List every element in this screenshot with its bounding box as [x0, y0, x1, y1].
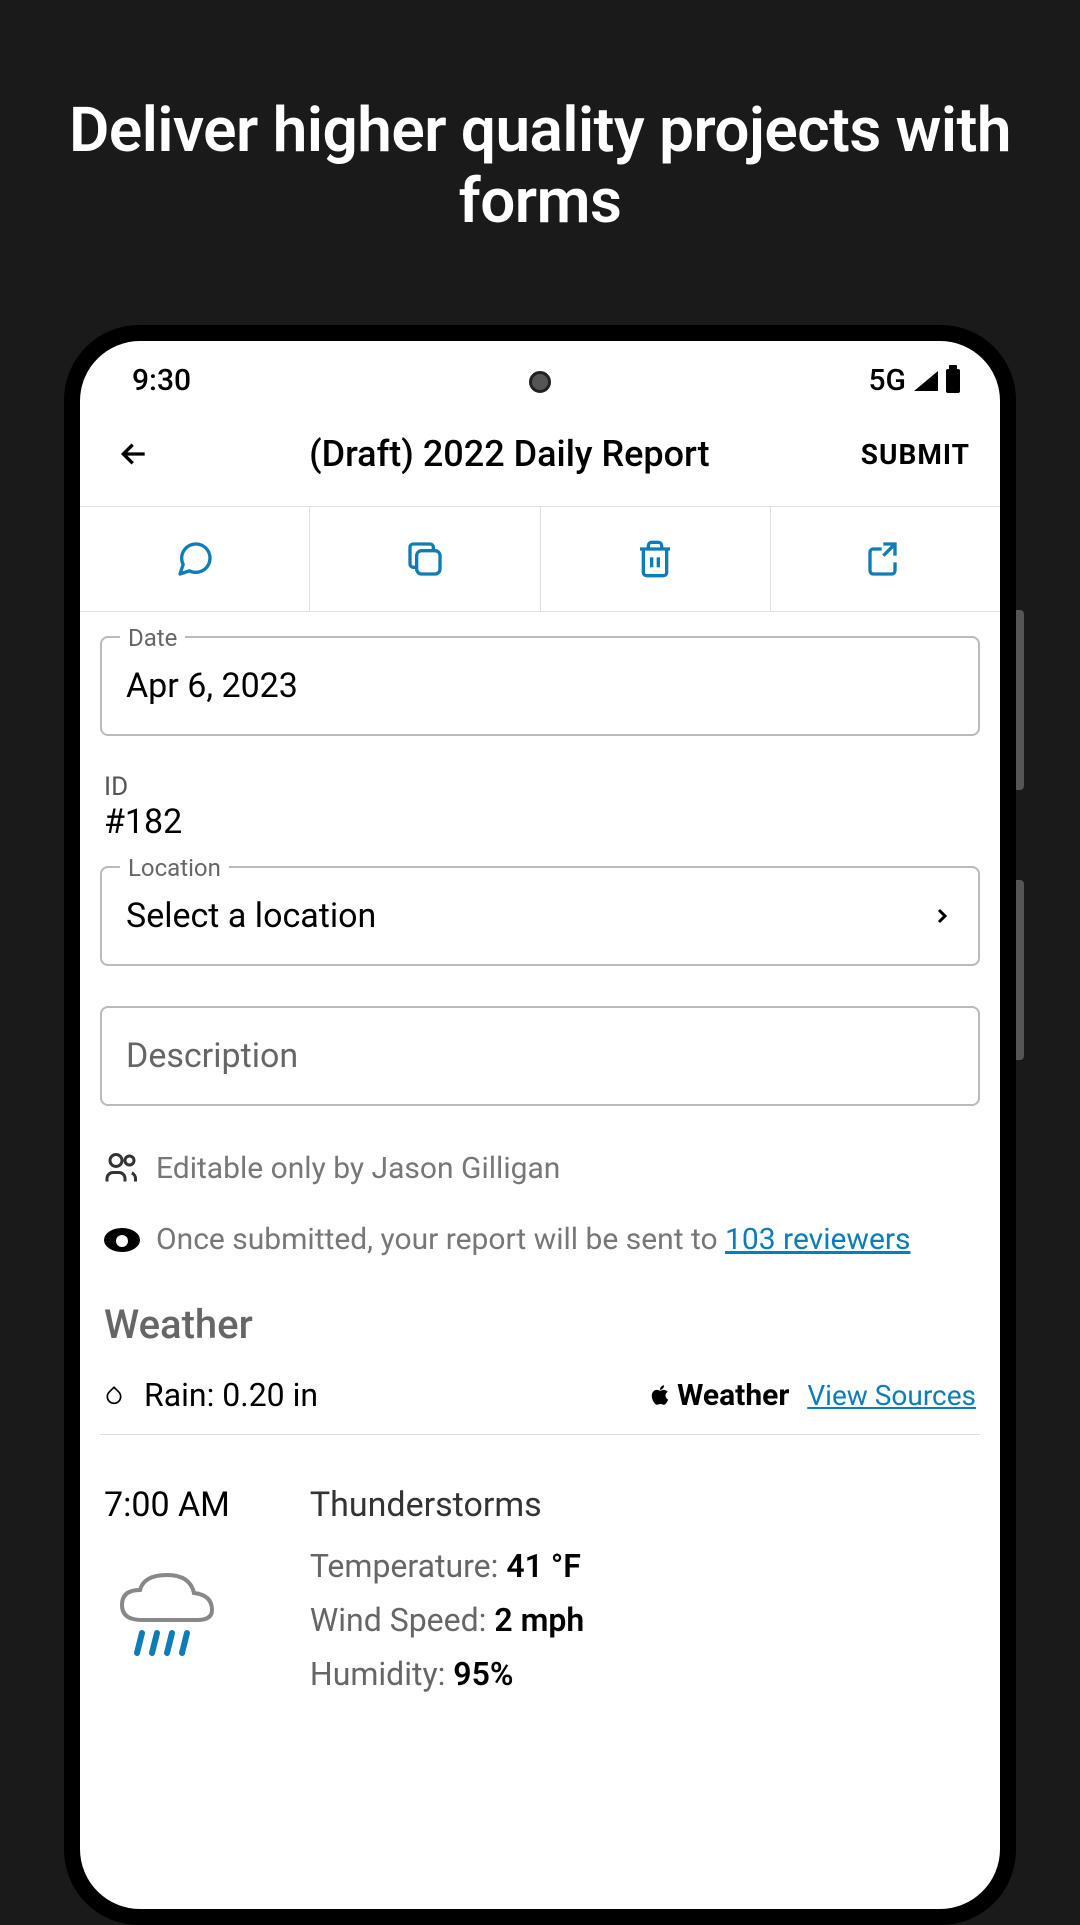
submit-button[interactable]: SUBMIT: [861, 438, 970, 471]
status-right: 5G: [869, 363, 961, 398]
id-value: #182: [104, 802, 976, 842]
humidity-row: Humidity: 95%: [310, 1655, 584, 1693]
weather-condition: Thunderstorms: [310, 1485, 584, 1525]
view-sources-link[interactable]: View Sources: [807, 1379, 976, 1412]
id-section: ID #182: [100, 760, 980, 866]
permission-text: Editable only by Jason Gilligan: [156, 1151, 560, 1186]
share-icon: [865, 539, 905, 579]
location-label: Location: [120, 854, 229, 882]
weather-time: 7:00 AM: [104, 1485, 230, 1525]
rain-text: Rain: 0.20 in: [144, 1376, 318, 1414]
weather-time-column: 7:00 AM: [104, 1485, 230, 1693]
battery-icon: [946, 369, 960, 393]
date-value: Apr 6, 2023: [126, 666, 954, 706]
humidity-label: Humidity:: [310, 1655, 453, 1693]
form-content: Date Apr 6, 2023 ID #182 Location Select…: [80, 612, 1000, 1717]
wind-row: Wind Speed: 2 mph: [310, 1601, 584, 1639]
weather-summary: Rain: 0.20 in Weather View Sources: [100, 1348, 980, 1435]
weather-provider: Weather: [647, 1378, 789, 1413]
comment-button[interactable]: [80, 507, 310, 611]
copy-button[interactable]: [310, 507, 540, 611]
date-label: Date: [120, 624, 185, 652]
droplet-icon: [104, 1381, 124, 1409]
location-field[interactable]: Location Select a location: [100, 866, 980, 966]
reviewer-text: Once submitted, your report will be sent…: [156, 1222, 911, 1257]
copy-icon: [405, 539, 445, 579]
wind-label: Wind Speed:: [310, 1601, 494, 1639]
eye-icon: [104, 1228, 140, 1252]
description-field[interactable]: Description: [100, 1006, 980, 1106]
reviewer-row: Once submitted, your report will be sent…: [100, 1210, 980, 1269]
reviewer-prefix: Once submitted, your report will be sent…: [156, 1222, 725, 1257]
location-placeholder: Select a location: [126, 896, 376, 936]
id-label: ID: [104, 772, 976, 802]
share-button[interactable]: [771, 507, 1000, 611]
camera-dot: [529, 371, 551, 393]
temperature-label: Temperature:: [310, 1547, 506, 1585]
weather-detail: 7:00 AM Thunderstorms Temperature: 41 °F: [100, 1435, 980, 1693]
date-field[interactable]: Date Apr 6, 2023: [100, 636, 980, 736]
trash-icon: [635, 539, 675, 579]
reviewer-link[interactable]: 103 reviewers: [725, 1222, 910, 1257]
phone-frame: 9:30 5G (Draft) 2022 Daily Report SUBMIT: [64, 325, 1016, 1925]
rain-info: Rain: 0.20 in: [104, 1376, 318, 1414]
toolbar: [80, 506, 1000, 612]
signal-icon: [914, 371, 938, 391]
page-title: (Draft) 2022 Daily Report: [158, 433, 861, 475]
people-icon: [104, 1150, 140, 1186]
permission-row: Editable only by Jason Gilligan: [100, 1138, 980, 1198]
weather-provider-label: Weather: [677, 1378, 789, 1413]
description-placeholder: Description: [126, 1036, 954, 1076]
weather-provider-row: Weather View Sources: [647, 1378, 976, 1413]
status-time: 9:30: [132, 363, 191, 398]
app-header: (Draft) 2022 Daily Report SUBMIT: [80, 410, 1000, 506]
chevron-right-icon: [930, 904, 954, 928]
rain-cloud-icon: [112, 1565, 222, 1675]
network-label: 5G: [869, 363, 907, 398]
temperature-row: Temperature: 41 °F: [310, 1547, 584, 1585]
weather-title: Weather: [100, 1301, 980, 1348]
apple-icon: [647, 1380, 673, 1410]
phone-screen: 9:30 5G (Draft) 2022 Daily Report SUBMIT: [80, 341, 1000, 1909]
weather-info-column: Thunderstorms Temperature: 41 °F Wind Sp…: [310, 1485, 584, 1693]
temperature-value: 41 °F: [506, 1547, 580, 1585]
delete-button[interactable]: [541, 507, 771, 611]
wind-value: 2 mph: [494, 1601, 584, 1639]
comment-icon: [175, 539, 215, 579]
back-button[interactable]: [110, 430, 158, 478]
humidity-value: 95%: [453, 1655, 513, 1693]
marketing-headline: Deliver higher quality projects with for…: [0, 0, 1080, 238]
